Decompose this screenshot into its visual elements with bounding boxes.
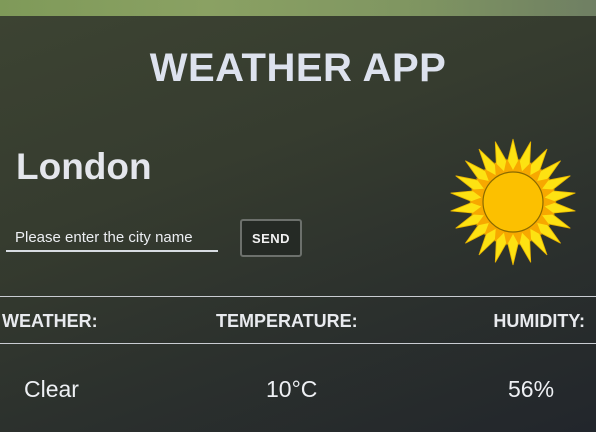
sun-icon [450, 138, 576, 266]
city-search-input[interactable] [6, 224, 218, 252]
humidity-column-header: HUMIDITY: [493, 311, 585, 331]
temperature-value: 10°C [266, 376, 318, 402]
weather-value: Clear [24, 376, 79, 402]
send-button[interactable]: SEND [240, 219, 302, 257]
temperature-column-header: TEMPERATURE: [216, 311, 358, 331]
humidity-value: 56% [508, 376, 555, 402]
weather-column-header: WEATHER: [2, 311, 98, 331]
city-name: London [16, 146, 152, 187]
table-header-divider [0, 343, 596, 344]
app-title: WEATHER APP [149, 46, 447, 90]
table-top-divider [0, 296, 596, 297]
top-header-strip [0, 0, 596, 16]
